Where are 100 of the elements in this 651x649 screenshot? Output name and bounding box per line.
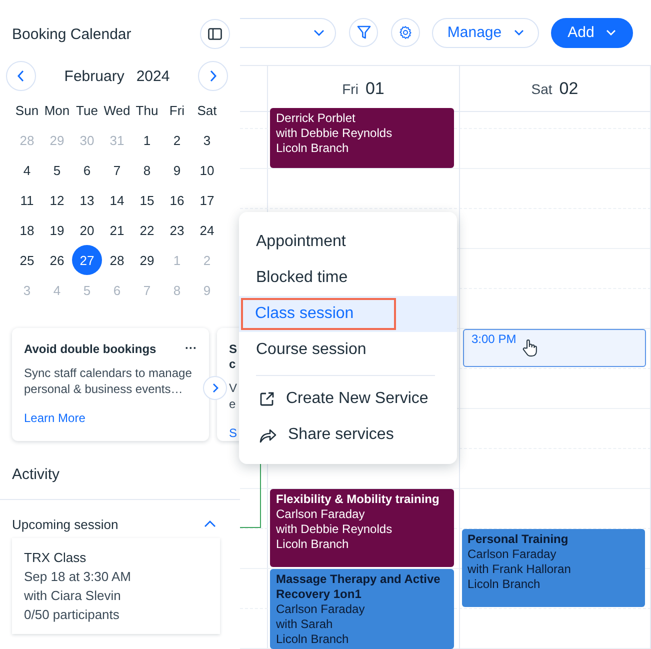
calendar-day[interactable]: 9 bbox=[162, 155, 192, 185]
calendar-day[interactable]: 27 bbox=[72, 245, 102, 275]
menu-item[interactable]: Appointment bbox=[239, 224, 457, 260]
event-title: Personal Training bbox=[468, 532, 570, 547]
calendar-day[interactable]: 24 bbox=[192, 215, 222, 245]
chevron-down-icon bbox=[514, 29, 524, 36]
calendar-day[interactable]: 19 bbox=[42, 215, 72, 245]
calendar-day[interactable]: 2 bbox=[162, 125, 192, 155]
booking-event[interactable]: Personal Training Carlson Faraday with Frank Halloran Licoln Branch bbox=[462, 529, 645, 607]
calendar-day[interactable]: 20 bbox=[72, 215, 102, 245]
calendar-day[interactable]: 6 bbox=[72, 155, 102, 185]
calendar-day[interactable]: 18 bbox=[12, 215, 42, 245]
weekday-label: Fri bbox=[168, 102, 186, 120]
menu-item[interactable]: Share services bbox=[239, 417, 457, 453]
calendar-day[interactable]: 17 bbox=[192, 185, 222, 215]
section-label: Upcoming session bbox=[12, 516, 118, 532]
chevron-right-icon bbox=[212, 383, 218, 393]
weekday-label: Sun bbox=[14, 102, 40, 120]
menu-item[interactable]: Course session bbox=[239, 332, 457, 368]
calendar-day[interactable]: 3 bbox=[192, 125, 222, 155]
add-button[interactable]: Add bbox=[551, 18, 633, 48]
day-name: Sat bbox=[531, 80, 552, 96]
hand-cursor-icon bbox=[522, 339, 538, 357]
weekday-label: Mon bbox=[43, 102, 71, 120]
event-title: Massage Therapy and Active Recovery 1on1 bbox=[276, 572, 442, 602]
booking-event[interactable]: Derrick Porblet with Debbie Reynolds Licoln Branch bbox=[270, 108, 454, 168]
event-detail: Carlson Faraday bbox=[468, 547, 558, 562]
chevron-left-icon bbox=[17, 70, 25, 82]
event-detail: Licoln Branch bbox=[276, 537, 350, 552]
calendar-day[interactable]: 10 bbox=[192, 155, 222, 185]
calendar-day[interactable]: 28 bbox=[102, 245, 132, 275]
event-detail: with Frank Halloran bbox=[468, 562, 572, 577]
calendar-day[interactable]: 22 bbox=[132, 215, 162, 245]
more-options-button[interactable]: ··· bbox=[185, 342, 197, 355]
booking-event[interactable]: Flexibility & Mobility training Carlson Faraday with Debbie Reynolds Licoln Branch bbox=[270, 489, 454, 567]
manage-button[interactable]: Manage bbox=[432, 18, 539, 48]
calendar-day[interactable]: 15 bbox=[132, 185, 162, 215]
settings-icon[interactable] bbox=[391, 18, 420, 47]
calendar-day[interactable]: 11 bbox=[12, 185, 42, 215]
learn-more-link[interactable]: S bbox=[229, 426, 240, 440]
session-name: TRX Class bbox=[24, 549, 88, 567]
card-title: c bbox=[229, 357, 237, 372]
day-date: 02 bbox=[559, 78, 578, 98]
day-date: 01 bbox=[365, 78, 384, 98]
calendar-day[interactable]: 7 bbox=[102, 155, 132, 185]
chevron-down-icon bbox=[606, 29, 616, 36]
sidebar-title: Booking Calendar bbox=[12, 26, 132, 42]
event-detail: Licoln Branch bbox=[276, 141, 350, 156]
day-name: Fri bbox=[342, 80, 358, 96]
calendar-day[interactable]: 1 bbox=[132, 125, 162, 155]
calendar-day[interactable]: 12 bbox=[42, 185, 72, 215]
booking-event[interactable]: Massage Therapy and Active Recovery 1on1 Carlson Faraday with Sarah Licoln Branch bbox=[270, 569, 454, 649]
card-title: Avoid double bookings bbox=[24, 342, 156, 357]
card-text: V bbox=[229, 380, 238, 396]
menu-item[interactable]: Blocked time bbox=[239, 260, 457, 296]
chevron-down-icon bbox=[313, 28, 325, 36]
calendar-day[interactable]: 5 bbox=[42, 155, 72, 185]
session-card[interactable]: TRX Class Sep 18 at 3:30 AM with Ciara Slevin 0/50 participants bbox=[12, 538, 220, 634]
event-detail: Licoln Branch bbox=[276, 632, 350, 647]
calendar-day[interactable]: 25 bbox=[12, 245, 42, 275]
collapse-chevron-icon[interactable] bbox=[204, 520, 216, 528]
month-label: February bbox=[64, 68, 124, 84]
learn-more-link[interactable]: Learn More bbox=[24, 411, 197, 425]
year-label: 2024 bbox=[136, 68, 170, 84]
calendar-day[interactable]: 14 bbox=[102, 185, 132, 215]
session-detail: with Ciara Slevin bbox=[24, 587, 122, 605]
event-detail: with Debbie Reynolds bbox=[276, 126, 394, 141]
next-month-button[interactable] bbox=[198, 61, 228, 91]
weekday-label: Tue bbox=[75, 102, 99, 120]
card-text: e bbox=[229, 396, 237, 412]
calendar-day[interactable]: 4 bbox=[12, 155, 42, 185]
calendar-day[interactable]: 21 bbox=[102, 215, 132, 245]
card-text: Sync staff calendars to manage bbox=[24, 365, 193, 381]
time-slot[interactable]: 3:00 PM bbox=[462, 329, 646, 367]
menu-item[interactable]: Class session bbox=[239, 296, 457, 332]
calendar-day[interactable]: 8 bbox=[132, 155, 162, 185]
event-detail: with Debbie Reynolds bbox=[276, 522, 394, 537]
panel-toggle-icon[interactable] bbox=[200, 19, 230, 49]
previous-month-button[interactable] bbox=[6, 61, 36, 91]
card-title: S bbox=[229, 342, 238, 357]
calendar-day[interactable]: 16 bbox=[162, 185, 192, 215]
weekday-label: Thu bbox=[134, 102, 160, 120]
calendar-day[interactable]: 23 bbox=[162, 215, 192, 245]
filter-icon[interactable] bbox=[349, 18, 378, 47]
weekday-label: Sat bbox=[196, 102, 218, 120]
calendar-day[interactable]: 26 bbox=[42, 245, 72, 275]
event-title: Flexibility & Mobility training bbox=[276, 492, 440, 507]
session-detail: Sep 18 at 3:30 AM bbox=[24, 568, 132, 586]
event-detail: Carlson Faraday bbox=[276, 507, 366, 522]
activity-heading: Activity bbox=[0, 463, 240, 500]
event-detail: Carlson Faraday bbox=[276, 602, 366, 617]
event-detail: Derrick Porblet bbox=[276, 111, 356, 126]
session-detail: 0/50 participants bbox=[24, 606, 120, 624]
weekday-label: Wed bbox=[102, 102, 132, 120]
slot-time: 3:00 PM bbox=[472, 332, 516, 347]
menu-item[interactable]: Create New Service bbox=[239, 381, 457, 417]
event-detail: with Sarah bbox=[276, 617, 334, 632]
calendar-day[interactable]: 29 bbox=[132, 245, 162, 275]
card-text: personal & business events… bbox=[24, 381, 184, 397]
calendar-day[interactable]: 13 bbox=[72, 185, 102, 215]
